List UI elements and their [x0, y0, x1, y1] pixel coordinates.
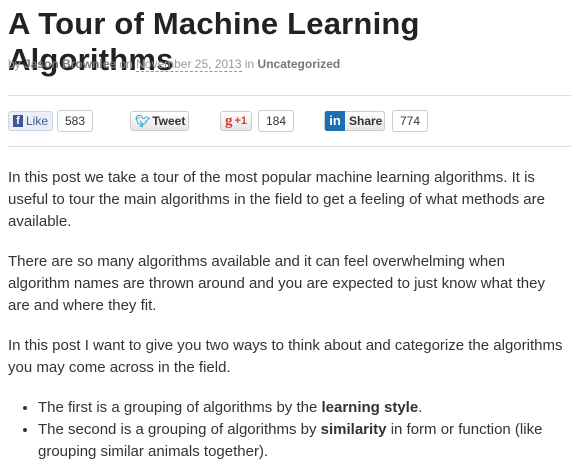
google-plusone-button[interactable]: g +1 [220, 111, 252, 131]
divider [8, 146, 571, 147]
linkedin-share-button[interactable]: in Share [324, 111, 385, 131]
category-link[interactable]: Uncategorized [258, 57, 341, 71]
plusone-count: 184 [258, 110, 295, 132]
like-count: 583 [57, 110, 94, 132]
tweet-label: Tweet [152, 114, 186, 128]
on-label: on [119, 57, 133, 71]
post-date: November 25, 2013 [136, 57, 242, 72]
twitter-icon: 🐦︎ [135, 114, 151, 128]
post-meta: by Jason Brownlee on November 25, 2013 i… [8, 57, 341, 72]
paragraph: There are so many algorithms available a… [8, 253, 545, 314]
tweet-button[interactable]: 🐦︎ Tweet [130, 111, 189, 131]
share-count: 774 [392, 110, 429, 132]
by-label: by [8, 57, 21, 71]
author-link[interactable]: Jason Brownlee [24, 57, 116, 71]
paragraph: In this post I want to give you two ways… [8, 337, 563, 376]
plusone-label: +1 [234, 115, 248, 127]
in-label: in [244, 57, 255, 71]
divider [8, 95, 571, 96]
like-label: Like [25, 114, 48, 128]
list-item: The second is a grouping of algorithms b… [38, 419, 568, 463]
intro-paragraph: In this post we take a tour of the most … [8, 169, 545, 230]
linkedin-icon: in [325, 111, 345, 131]
facebook-icon: f [13, 115, 23, 127]
list-item: The first is a grouping of algorithms by… [38, 397, 568, 419]
google-icon: g [225, 112, 233, 129]
facebook-like-button[interactable]: f Like [8, 111, 53, 131]
bullet-list: The first is a grouping of algorithms by… [8, 397, 568, 463]
share-label: Share [349, 114, 383, 128]
